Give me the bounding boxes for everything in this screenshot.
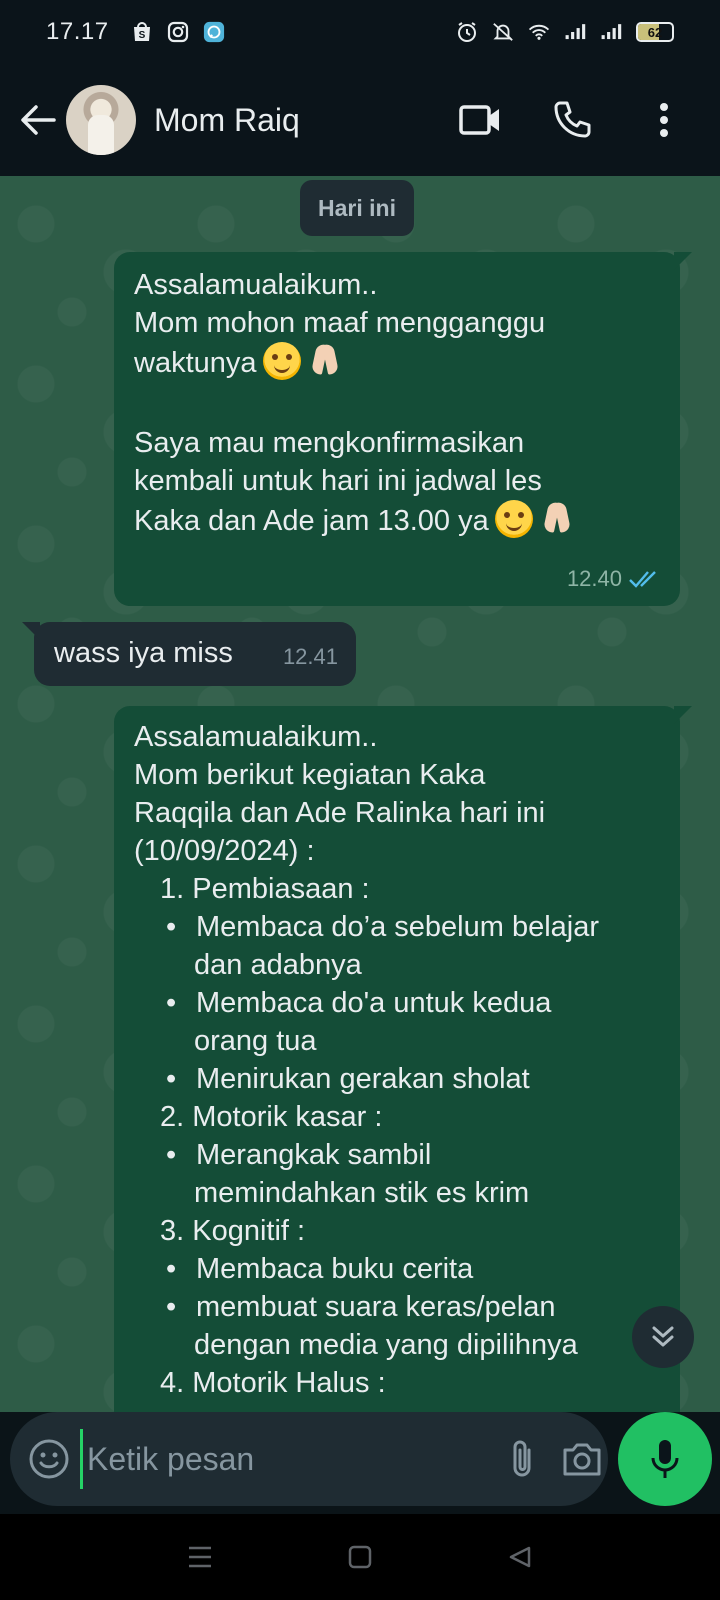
header-actions	[424, 84, 700, 156]
folded-hands-emoji-icon	[307, 342, 345, 380]
messenger-icon	[203, 21, 225, 43]
status-left: 17.17 S	[46, 18, 225, 46]
voice-message-button[interactable]	[618, 1412, 712, 1506]
message-line: Kaka dan Ade jam 13.00 ya	[134, 500, 660, 544]
attach-button[interactable]	[507, 1429, 537, 1489]
camera-button[interactable]	[561, 1429, 603, 1489]
smiling-face-emoji-icon	[494, 500, 533, 538]
paperclip-icon	[513, 1440, 531, 1477]
list-item-continuation: orang tua	[194, 1025, 317, 1057]
list-item-continuation: memindahkan stik es krim	[194, 1177, 530, 1209]
message-bubble-outgoing[interactable]: Assalamualaikum.. Mom berikut kegiatan K…	[114, 706, 692, 1412]
message-text: waktunya	[134, 347, 257, 379]
list-item: • Menirukan gerakan sholat	[134, 1060, 660, 1098]
video-call-button[interactable]	[444, 84, 516, 156]
status-right: 62	[456, 21, 674, 43]
camera-icon	[563, 1443, 601, 1476]
recent-apps-button[interactable]	[170, 1527, 230, 1587]
message-line: kembali untuk hari ini jadwal les	[134, 465, 542, 497]
message-time: 12.40	[566, 566, 622, 591]
message-input[interactable]	[80, 1429, 507, 1489]
message-meta: 12.40	[567, 560, 662, 598]
phone-icon	[554, 101, 591, 138]
emoji-button[interactable]	[28, 1429, 70, 1489]
message-input-bar	[10, 1412, 608, 1506]
signal-icon	[564, 21, 586, 43]
list-item: • membuat suara keras/pelan	[134, 1288, 660, 1326]
emoji-icon	[29, 1439, 69, 1479]
double-chevron-down-icon	[652, 1326, 674, 1347]
arrow-left-icon	[21, 105, 56, 135]
list-item: • Merangkak sambil	[134, 1136, 660, 1174]
triangle-back-icon	[509, 1546, 531, 1568]
list-item: • Membaca buku cerita	[134, 1250, 660, 1288]
back-nav-button[interactable]	[490, 1527, 550, 1587]
list-item-text: Merangkak sambil	[196, 1139, 432, 1171]
svg-text:S: S	[138, 30, 145, 41]
status-bar: 17.17 S 62	[0, 0, 720, 64]
message-bubble-outgoing[interactable]: Assalamualaikum.. Mom mohon maaf menggan…	[114, 252, 692, 606]
menu-icon	[189, 1546, 211, 1568]
avatar[interactable]	[66, 85, 136, 155]
voice-call-button[interactable]	[536, 84, 608, 156]
microphone-icon	[651, 1440, 679, 1478]
scroll-to-bottom-button[interactable]	[632, 1306, 694, 1368]
list-heading: 3. Kognitif :	[160, 1215, 306, 1247]
list-item: • Membaca do’a sebelum belajar	[134, 908, 660, 946]
list-heading: 1. Pembiasaan :	[160, 873, 370, 905]
message-line: Mom mohon maaf mengganggu	[134, 307, 546, 339]
message-text: wass iya miss	[54, 637, 233, 669]
alarm-icon	[456, 21, 478, 43]
list-item-text: Membaca buku cerita	[196, 1253, 474, 1285]
instagram-icon	[167, 21, 189, 43]
chat-area[interactable]: Hari ini Assalamualaikum.. Mom mohon maa…	[0, 176, 720, 1412]
status-time: 17.17	[46, 18, 109, 45]
message-line: waktunya	[134, 342, 660, 386]
list-item-text: membuat suara keras/pelan	[196, 1291, 556, 1323]
system-nav-bar	[0, 1514, 720, 1600]
battery-level: 62	[647, 24, 663, 40]
list-item-continuation: dengan media yang dipilihnya	[194, 1329, 578, 1361]
wifi-icon	[528, 21, 550, 43]
more-vertical-icon	[660, 103, 668, 137]
battery-icon: 62	[636, 22, 674, 42]
list-item-text: Membaca do’a sebelum belajar	[196, 911, 599, 943]
contact-name[interactable]: Mom Raiq	[154, 102, 300, 139]
video-camera-icon	[459, 105, 499, 135]
list-item-text: Menirukan gerakan sholat	[196, 1063, 530, 1095]
back-button[interactable]	[10, 92, 66, 148]
list-heading: 2. Motorik kasar :	[160, 1101, 383, 1133]
folded-hands-emoji-icon	[539, 500, 577, 538]
message-line: Mom berikut kegiatan Kaka	[134, 759, 486, 791]
message-line: (10/09/2024) :	[134, 835, 315, 867]
list-item-continuation: dan adabnya	[194, 949, 362, 981]
signal-icon	[600, 21, 622, 43]
chat-header: Mom Raiq	[0, 64, 720, 176]
message-line: Assalamualaikum..	[134, 721, 378, 753]
message-meta: 12.41	[283, 638, 338, 676]
message-bubble-incoming[interactable]: wass iya miss 12.41	[22, 622, 356, 686]
message-text: Kaka dan Ade jam 13.00 ya	[134, 505, 489, 537]
double-check-read-icon	[629, 571, 656, 588]
more-options-button[interactable]	[628, 84, 700, 156]
home-button[interactable]	[330, 1527, 390, 1587]
date-chip: Hari ini	[300, 180, 414, 236]
message-line: Saya mau mengkonfirmasikan	[134, 427, 525, 459]
message-line: Raqqila dan Ade Ralinka hari ini	[134, 797, 546, 829]
shopee-icon: S	[131, 21, 153, 43]
square-icon	[348, 1545, 372, 1569]
message-time: 12.41	[282, 644, 338, 669]
message-line: Assalamualaikum..	[134, 269, 378, 301]
mute-icon	[492, 21, 514, 43]
smiling-face-emoji-icon	[262, 342, 301, 380]
list-item: • Membaca do'a untuk kedua	[134, 984, 660, 1022]
list-item-text: Membaca do'a untuk kedua	[196, 987, 552, 1019]
list-heading: 4. Motorik Halus :	[160, 1367, 386, 1399]
